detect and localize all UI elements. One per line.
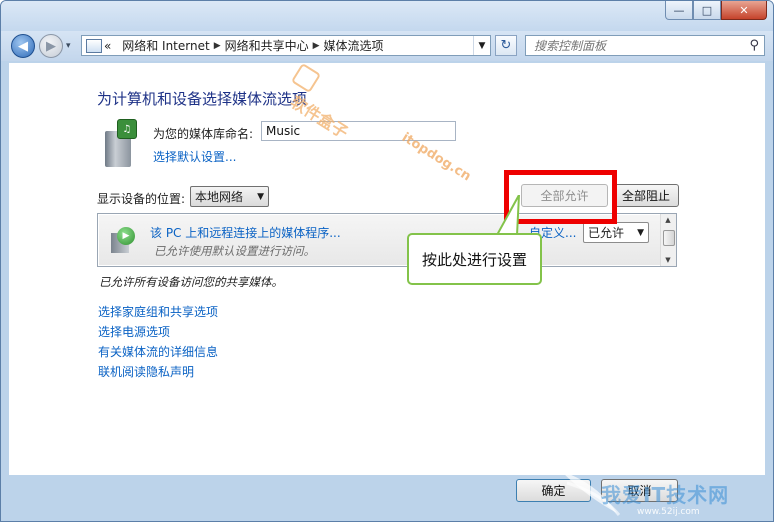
homegroup-sharing-link[interactable]: 选择家庭组和共享选项 — [98, 302, 218, 322]
close-button[interactable]: ✕ — [721, 1, 767, 20]
privacy-statement-link[interactable]: 联机阅读隐私声明 — [98, 362, 218, 382]
watermark-bottom-url: www.52ij.com — [637, 507, 700, 517]
chevron-down-icon: ▼ — [257, 191, 264, 202]
history-dropdown-icon[interactable]: ▾ — [66, 41, 71, 51]
watermark-bottom: 我爱IT技术网 www.52ij.com — [557, 449, 773, 521]
refresh-icon: ↻ — [500, 38, 512, 53]
watermark-top-text: 软件盒子 — [287, 92, 352, 143]
back-button[interactable]: ◀ — [11, 34, 35, 58]
breadcrumb-prefix[interactable]: « — [104, 39, 111, 53]
chevron-down-icon: ▼ — [637, 227, 644, 238]
search-input[interactable] — [532, 37, 746, 54]
breadcrumb-separator-icon[interactable]: ▶ — [313, 41, 320, 51]
device-name-link[interactable]: 该 PC 上和远程连接上的媒体程序... — [150, 224, 341, 241]
search-icon[interactable]: ⚲ — [749, 38, 759, 53]
media-streaming-info-link[interactable]: 有关媒体流的详细信息 — [98, 342, 218, 362]
media-program-icon: ▶ — [111, 227, 137, 253]
watermark-bottom-text: 我爱IT技术网 — [601, 483, 730, 507]
callout-pointer — [495, 195, 520, 235]
minimize-icon: — — [673, 3, 685, 17]
watermark-top-url: itopdog.cn — [399, 130, 474, 185]
scroll-down-icon[interactable]: ▼ — [663, 255, 673, 265]
choose-default-settings-link[interactable]: 选择默认设置... — [153, 148, 236, 165]
breadcrumb-separator-icon[interactable]: ▶ — [214, 41, 221, 51]
title-bar[interactable]: — □ ✕ — [1, 1, 773, 31]
sharing-status-text: 已允许所有设备访问您的共享媒体。 — [99, 275, 283, 289]
address-bar[interactable]: « 网络和 Internet ▶ 网络和共享中心 ▶ 媒体流选项 ▼ — [81, 35, 491, 56]
device-permission-select[interactable]: 已允许 ▼ — [583, 222, 649, 243]
navigation-bar: ◀ ▶ ▾ « 网络和 Internet ▶ 网络和共享中心 ▶ 媒体流选项 ▼… — [1, 31, 773, 61]
caption-buttons: — □ ✕ — [665, 1, 767, 20]
power-options-link[interactable]: 选择电源选项 — [98, 322, 218, 342]
minimize-button[interactable]: — — [665, 1, 693, 20]
search-box[interactable]: ⚲ — [525, 35, 765, 56]
device-location-value: 本地网络 — [195, 190, 244, 204]
back-arrow-icon: ◀ — [18, 38, 28, 54]
breadcrumb-item-media-streaming[interactable]: 媒体流选项 — [324, 37, 384, 54]
device-description: 已允许使用默认设置进行访问。 — [154, 244, 315, 258]
forward-button[interactable]: ▶ — [39, 34, 63, 58]
watermark-logo-icon — [290, 62, 322, 94]
device-permission-value: 已允许 — [588, 226, 625, 240]
forward-arrow-icon: ▶ — [46, 38, 56, 54]
show-devices-label: 显示设备的位置: — [97, 192, 186, 206]
library-name-label: 为您的媒体库命名: — [153, 127, 254, 141]
watermark-top: 软件盒子 itopdog.cn — [271, 62, 501, 197]
scroll-thumb[interactable] — [663, 230, 675, 246]
media-streaming-options-window: — □ ✕ ◀ ▶ ▾ « 网络和 Internet ▶ 网络和共享中心 ▶ 媒… — [0, 0, 774, 522]
block-all-button[interactable]: 全部阻止 — [613, 184, 679, 207]
maximize-icon: □ — [701, 3, 713, 17]
maximize-button[interactable]: □ — [693, 1, 721, 20]
breadcrumb-item-network[interactable]: 网络和 Internet — [122, 37, 209, 54]
control-panel-icon — [86, 38, 102, 53]
refresh-button[interactable]: ↻ — [495, 35, 517, 56]
address-dropdown-icon[interactable]: ▼ — [473, 36, 490, 55]
close-icon: ✕ — [739, 3, 749, 17]
scroll-up-icon[interactable]: ▲ — [663, 215, 673, 225]
breadcrumb-item-sharing-center[interactable]: 网络和共享中心 — [225, 37, 309, 54]
content-pane: 为计算机和设备选择媒体流选项 ♫ 为您的媒体库命名: 选择默认设置... 显示设… — [9, 62, 765, 475]
device-location-select[interactable]: 本地网络 ▼ — [190, 186, 269, 207]
device-list-scrollbar[interactable]: ▲ ▼ — [660, 214, 676, 266]
annotation-callout: 按此处进行设置 — [407, 233, 542, 285]
related-links: 选择家庭组和共享选项 选择电源选项 有关媒体流的详细信息 联机阅读隐私声明 — [98, 302, 218, 382]
media-library-icon: ♫ — [103, 119, 139, 169]
